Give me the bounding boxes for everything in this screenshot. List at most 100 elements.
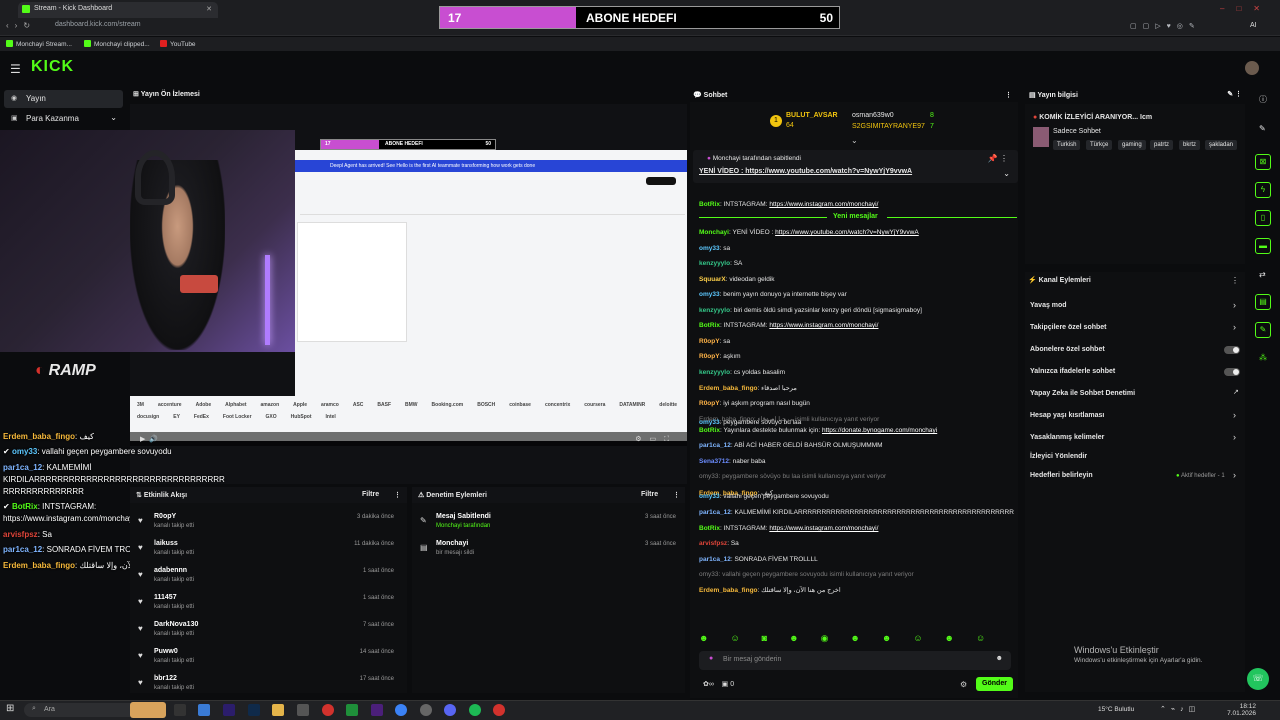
captured-logo: Alphabet <box>225 402 247 408</box>
info-icon[interactable]: ⓘ <box>1259 94 1267 105</box>
window-controls[interactable]: –□✕ <box>1220 4 1272 13</box>
nav-buttons[interactable]: ‹›↻ <box>6 21 36 30</box>
emoji-icon[interactable]: ☻ <box>996 655 1003 662</box>
avatar[interactable] <box>1245 61 1259 75</box>
more-icon[interactable]: ⋮ <box>1005 91 1012 99</box>
external-link-icon[interactable]: ↗ <box>1233 388 1239 396</box>
rail-sync-icon[interactable]: ⇄ <box>1259 270 1266 279</box>
moderation-filter-button[interactable]: Filtre <box>641 491 658 498</box>
rail-tool-4-icon[interactable]: ▬ <box>1255 238 1271 254</box>
chevron-right-icon[interactable]: › <box>1233 410 1236 420</box>
captured-logo: Apple <box>293 402 308 408</box>
tag[interactable]: Turkish <box>1053 140 1081 150</box>
tag[interactable]: şakladan <box>1205 140 1238 150</box>
more-icon[interactable]: ⋮ <box>673 491 680 499</box>
app-icon[interactable] <box>223 704 235 716</box>
pinned-text[interactable]: YENİ VİDEO : https://www.youtube.com/wat… <box>699 168 912 175</box>
action-banned-words[interactable]: Yasaklanmış kelimeler <box>1030 434 1104 441</box>
toolbar-icons[interactable]: ▢▢▷♥◎✎ <box>1130 22 1201 30</box>
activity-filter-button[interactable]: Filtre <box>362 491 379 498</box>
chevron-right-icon[interactable]: › <box>1233 432 1236 442</box>
photoshop-icon[interactable] <box>248 704 260 716</box>
action-set-goals[interactable]: Hedefleri belirleyin <box>1030 472 1093 479</box>
tray-icons[interactable]: ⌃⌁♪◫ <box>1160 705 1200 713</box>
discord-icon[interactable] <box>444 704 456 716</box>
category-name[interactable]: Sadece Sohbet <box>1053 128 1101 135</box>
close-tab-icon[interactable]: ✕ <box>206 5 212 13</box>
subs-only-toggle[interactable] <box>1224 346 1240 354</box>
more-icon[interactable]: ⋮ <box>1231 276 1239 285</box>
bookmark-2[interactable]: Monchayi clipped... <box>84 40 150 48</box>
chat-message: arvisfpsz: Sa <box>699 540 739 547</box>
bookmark-1[interactable]: Monchayi Stream... <box>6 40 72 48</box>
start-icon[interactable]: ⊞ <box>6 703 14 714</box>
captured-logo: coursera <box>584 402 606 408</box>
rail-tool-3-icon[interactable]: ▯ <box>1255 210 1271 226</box>
tag[interactable]: bkrtz <box>1179 140 1201 150</box>
captured-logo: 3M <box>137 402 144 408</box>
help-chat-icon[interactable]: ☏ <box>1247 668 1269 690</box>
action-emotes-only[interactable]: Yalnızca ifadelerle sohbet <box>1030 368 1115 375</box>
chat-link[interactable]: https://www.instagram.com/monchayi/ <box>769 525 878 532</box>
taskbar-widget[interactable] <box>130 702 166 718</box>
ai-button[interactable]: AI <box>1250 22 1257 29</box>
chat-input[interactable]: ● Bir mesaj gönderin ☻ <box>699 651 1011 670</box>
weather[interactable]: 15°C Bulutlu <box>1098 706 1134 713</box>
mic-icon[interactable]: ● <box>709 655 713 662</box>
rail-tool-1-icon[interactable]: ⊠ <box>1255 154 1271 170</box>
xbox-icon[interactable] <box>346 704 358 716</box>
edit-icon[interactable]: ✎ <box>1259 124 1266 133</box>
chat-link[interactable]: https://www.instagram.com/monchayi/ <box>769 322 878 329</box>
browser-tab[interactable]: Stream - Kick Dashboard ✕ <box>18 2 218 18</box>
nav-item-yayin[interactable]: ◉ Yayın <box>4 90 123 108</box>
chat-link[interactable]: https://www.youtube.com/watch?v=NywYjY9v… <box>775 229 919 236</box>
menu-icon[interactable]: ☰ <box>10 62 21 76</box>
app-icon[interactable] <box>198 704 210 716</box>
pin-icon[interactable]: 📌 ⋮ <box>988 154 1008 163</box>
list-item: ♥ laikuss kanalı takip etti 11 dakika önce <box>138 540 394 556</box>
tag[interactable]: Türkçe <box>1086 140 1113 150</box>
task-view-icon[interactable] <box>174 704 186 716</box>
nav-item-para-kazanma[interactable]: ▣ Para Kazanma ⌄ <box>4 110 123 128</box>
chrome-icon[interactable] <box>395 704 407 716</box>
spotify-icon[interactable] <box>469 704 481 716</box>
rail-share-icon[interactable]: ⁂ <box>1259 353 1267 362</box>
kick-logo[interactable]: KICK <box>31 58 74 76</box>
player-controls[interactable]: ▶ 🔊 ⚙▭⛶ <box>130 432 687 446</box>
chevron-right-icon[interactable]: › <box>1233 470 1236 480</box>
clock[interactable]: 18:12 7.01.2026 <box>1227 703 1256 717</box>
pinned-message[interactable]: ● Monchayi tarafından sabitlendi YENİ Vİ… <box>693 150 1018 183</box>
action-subs-only[interactable]: Abonelere özel sohbet <box>1030 346 1105 353</box>
action-followers-only[interactable]: Takipçilere özel sohbet <box>1030 324 1107 331</box>
more-icon[interactable]: ⋮ <box>394 491 401 499</box>
edit-icon[interactable]: ✎ ⋮ <box>1227 90 1242 98</box>
emote-bar[interactable]: ☻☺◙☻◉☻☻☺☻☺ <box>699 633 1015 647</box>
url-field[interactable]: dashboard.kick.com/stream <box>55 21 141 28</box>
rail-tool-2-icon[interactable]: ϟ <box>1255 182 1271 198</box>
action-account-age[interactable]: Hesap yaşı kısıtlaması <box>1030 412 1104 419</box>
chat-link[interactable]: https://donate.bynogame.com/monchayi <box>822 427 937 434</box>
action-ai-moderation[interactable]: Yapay Zeka ile Sohbet Denetimi <box>1030 390 1135 397</box>
premiere-icon[interactable] <box>371 704 383 716</box>
list-item: ▤ Monchayi bir mesajı sildi 3 saat önce <box>420 540 676 556</box>
app-icon[interactable] <box>297 704 309 716</box>
folder-icon[interactable] <box>272 704 284 716</box>
opera-gx-icon[interactable] <box>493 704 505 716</box>
bookmark-youtube[interactable]: YouTube <box>160 40 196 48</box>
tag[interactable]: patrtz <box>1150 140 1174 150</box>
chevron-right-icon[interactable]: › <box>1233 322 1236 332</box>
gear-icon[interactable]: ⚙ <box>960 680 967 689</box>
rail-tool-5-icon[interactable]: ▤ <box>1255 294 1271 310</box>
rail-tool-6-icon[interactable]: ✎ <box>1255 322 1271 338</box>
send-button[interactable]: Gönder <box>976 677 1013 691</box>
opera-icon[interactable] <box>322 704 334 716</box>
action-raid[interactable]: İzleyici Yönlendir <box>1030 453 1087 460</box>
captured-logo: accenture <box>157 402 182 408</box>
emotes-only-toggle[interactable] <box>1224 368 1240 376</box>
chevron-down-icon[interactable]: ⌄ <box>1003 169 1010 178</box>
tag[interactable]: gaming <box>1118 140 1146 150</box>
chevron-right-icon[interactable]: › <box>1233 300 1236 310</box>
obs-icon[interactable] <box>420 704 432 716</box>
expand-icon[interactable]: ⌄ <box>851 136 858 145</box>
action-slow-mode[interactable]: Yavaş mod <box>1030 302 1067 309</box>
